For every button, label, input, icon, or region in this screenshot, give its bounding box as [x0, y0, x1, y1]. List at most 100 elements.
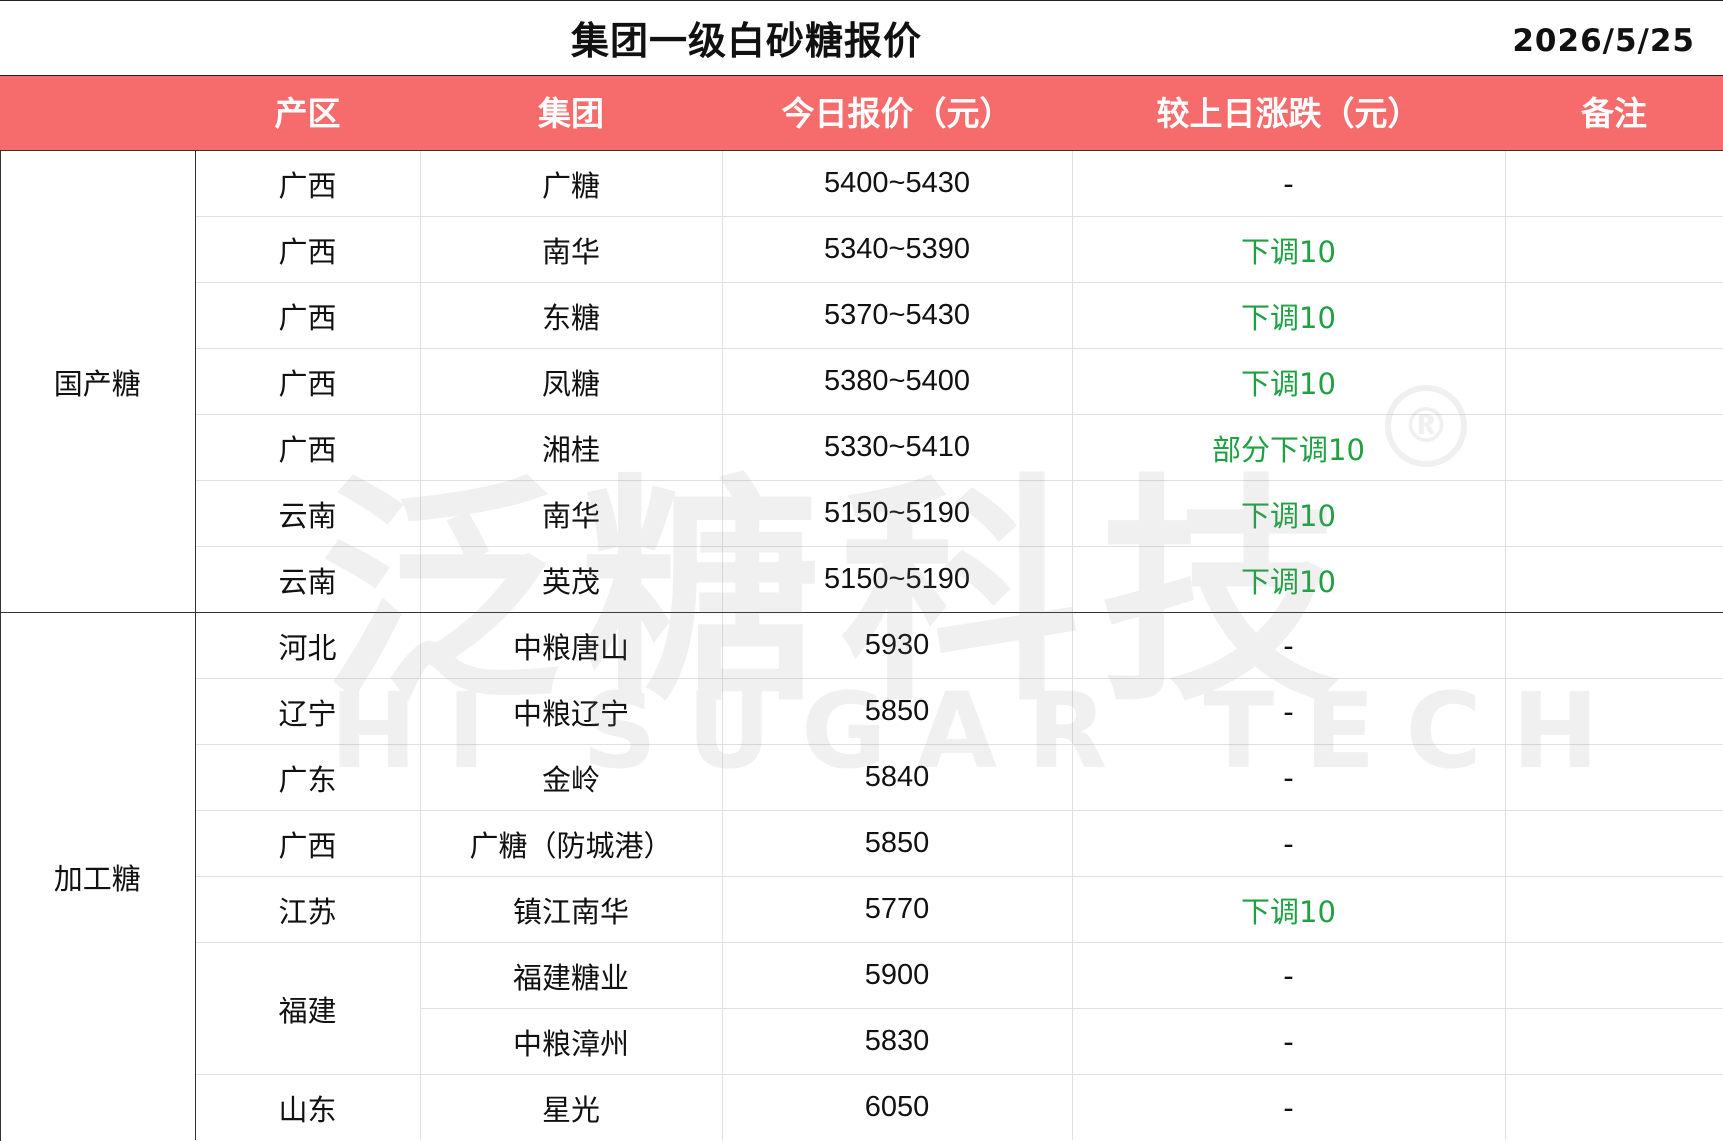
table-row: 云南 英茂 5150~5190 下调10 [0, 546, 1723, 613]
price-cell: 5850 [722, 678, 1073, 745]
table-row: 国产糖 广西 广糖 5400~5430 - [0, 151, 1723, 613]
change-cell: - [1072, 942, 1506, 1009]
region-cell: 河北 [195, 612, 421, 679]
table-row: 云南 南华 5150~5190 下调10 [0, 480, 1723, 547]
region-cell: 云南 [195, 480, 421, 547]
group-cell: 湘桂 [420, 414, 723, 481]
column-header-group: 集团 [538, 94, 604, 133]
group-cell: 中粮唐山 [420, 612, 723, 679]
note-cell [1505, 942, 1723, 1009]
price-cell: 5400~5430 [722, 151, 1073, 217]
table-row: 辽宁 中粮辽宁 5850 - [0, 678, 1723, 745]
table-row: 加工糖 河北 中粮唐山 5930 - [0, 612, 1723, 1140]
table-row: 江苏 镇江南华 5770 下调10 [0, 876, 1723, 943]
note-cell [1505, 744, 1723, 811]
change-cell: - [1072, 1008, 1506, 1075]
change-cell: - [1072, 612, 1506, 679]
change-cell: - [1072, 744, 1506, 811]
region-cell: 福建 [195, 942, 421, 1075]
group-cell: 星光 [420, 1074, 723, 1140]
group-cell: 东糖 [420, 282, 723, 349]
group-cell: 南华 [420, 216, 723, 283]
change-cell: 部分下调10 [1072, 414, 1506, 481]
sheet-date: 2026/5/25 [1512, 23, 1695, 59]
price-cell: 5840 [722, 744, 1073, 811]
category-processed: 加工糖 [0, 612, 196, 1140]
change-cell: - [1072, 1074, 1506, 1140]
category-domestic: 国产糖 [0, 151, 196, 613]
table-row: 山东 星光 6050 - [0, 1074, 1723, 1141]
sheet-title: 集团一级白砂糖报价 [570, 19, 922, 63]
change-cell: 下调10 [1072, 348, 1506, 415]
price-cell: 5150~5190 [722, 546, 1073, 613]
note-cell [1505, 282, 1723, 349]
region-cell: 山东 [195, 1074, 421, 1140]
region-cell: 江苏 [195, 876, 421, 943]
table-row: 广西 湘桂 5330~5410 部分下调10 [0, 414, 1723, 481]
group-cell: 金岭 [420, 744, 723, 811]
region-cell: 云南 [195, 546, 421, 613]
note-cell [1505, 480, 1723, 547]
change-cell: 下调10 [1072, 480, 1506, 547]
region-cell: 广西 [195, 414, 421, 481]
column-header-note: 备注 [1581, 94, 1647, 133]
note-cell [1505, 876, 1723, 943]
region-cell: 广西 [195, 810, 421, 877]
group-cell: 凤糖 [420, 348, 723, 415]
group-cell: 广糖（防城港） [420, 810, 723, 877]
price-cell: 5830 [722, 1008, 1073, 1075]
region-cell: 广西 [195, 216, 421, 283]
price-cell: 5930 [722, 612, 1073, 679]
note-cell [1505, 546, 1723, 613]
price-cell: 5770 [722, 876, 1073, 943]
change-cell: 下调10 [1072, 546, 1506, 613]
price-cell: 5850 [722, 810, 1073, 877]
column-header-change: 较上日涨跌（元） [1156, 94, 1421, 133]
table-row: 广西 东糖 5370~5430 下调10 [0, 282, 1723, 349]
note-cell [1505, 1075, 1723, 1141]
change-cell: - [1072, 678, 1506, 745]
region-cell: 广东 [195, 744, 421, 811]
change-cell: 下调10 [1072, 282, 1506, 349]
price-cell: 5150~5190 [722, 480, 1073, 547]
note-cell [1505, 151, 1723, 217]
region-cell: 广西 [195, 348, 421, 415]
price-table: 国产糖 广西 广糖 5400~5430 - 广西 南华 5340~5390 下调… [0, 151, 1723, 1140]
price-cell: 5340~5390 [722, 216, 1073, 283]
price-cell: 6050 [722, 1074, 1073, 1140]
region-cell: 辽宁 [195, 678, 421, 745]
title-bar: 集团一级白砂糖报价 2026/5/25 [0, 0, 1723, 76]
group-cell: 南华 [420, 480, 723, 547]
note-cell [1505, 348, 1723, 415]
note-cell [1505, 678, 1723, 745]
column-header-region: 产区 [274, 94, 341, 133]
price-cell: 5330~5410 [722, 414, 1073, 481]
price-cell: 5380~5400 [722, 348, 1073, 415]
note-cell [1505, 414, 1723, 481]
note-cell [1505, 810, 1723, 877]
region-cell: 广西 [195, 282, 421, 349]
group-cell: 广糖 [420, 151, 723, 217]
table-row: 广东 金岭 5840 - [0, 744, 1723, 811]
note-cell [1505, 612, 1723, 679]
region-cell: 广西 [195, 151, 421, 217]
table-header: 产区 集团 今日报价（元） 较上日涨跌（元） 备注 [0, 76, 1723, 151]
change-cell: - [1072, 151, 1506, 217]
column-header-price: 今日报价（元） [781, 94, 1013, 133]
price-cell: 5900 [722, 942, 1073, 1009]
group-cell: 福建糖业 [420, 942, 723, 1009]
group-cell: 中粮漳州 [420, 1008, 723, 1075]
table-row: 广西 凤糖 5380~5400 下调10 [0, 348, 1723, 415]
note-cell [1505, 1008, 1723, 1075]
note-cell [1505, 216, 1723, 283]
price-sheet: 集团一级白砂糖报价 2026/5/25 产区 集团 今日报价（元） 较上日涨跌（… [0, 0, 1723, 1141]
group-cell: 镇江南华 [420, 876, 723, 943]
group-cell: 中粮辽宁 [420, 678, 723, 745]
group-cell: 英茂 [420, 546, 723, 613]
table-row: 福建 福建糖业 5900 - [0, 942, 1723, 1075]
table-row: 广西 广糖（防城港） 5850 - [0, 810, 1723, 877]
change-cell: - [1072, 810, 1506, 877]
table-row: 广西 南华 5340~5390 下调10 [0, 216, 1723, 283]
change-cell: 下调10 [1072, 876, 1506, 943]
price-cell: 5370~5430 [722, 282, 1073, 349]
